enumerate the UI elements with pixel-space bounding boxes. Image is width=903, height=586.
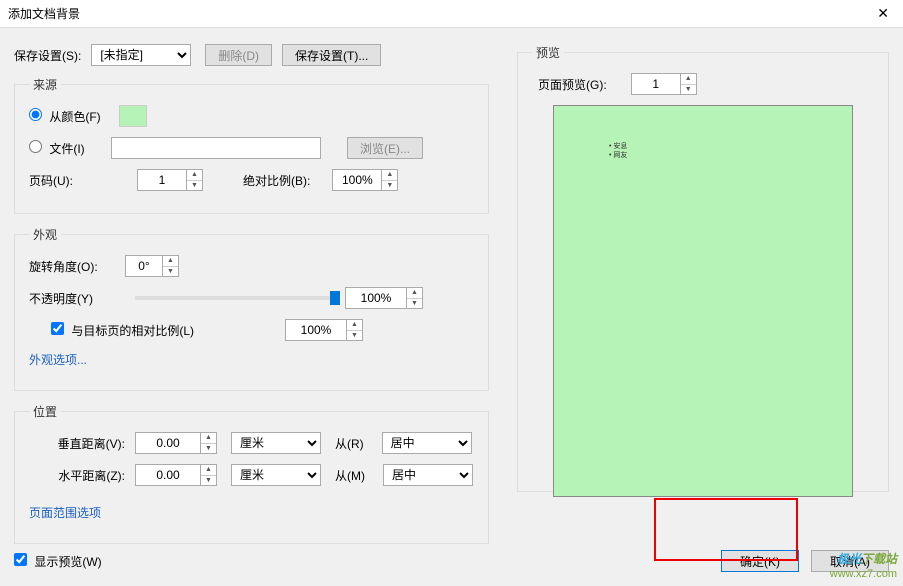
rotation-label: 旋转角度(O):	[29, 258, 115, 275]
down-arrow-icon: ▼	[187, 181, 202, 191]
save-settings-combo[interactable]: [未指定]	[91, 44, 191, 66]
up-arrow-icon: ▲	[187, 170, 202, 181]
delete-button: 删除(D)	[205, 44, 272, 66]
page-spinner[interactable]: ▲▼	[137, 169, 203, 191]
vdist-label: 垂直距离(V):	[29, 435, 125, 452]
abs-scale-label: 绝对比例(B):	[243, 172, 310, 189]
file-path-input[interactable]	[111, 137, 321, 159]
from-r-label: 从(R)	[335, 435, 364, 452]
valign-combo[interactable]: 居中	[382, 432, 472, 454]
opacity-slider[interactable]	[135, 296, 335, 300]
halign-combo[interactable]: 居中	[383, 464, 473, 486]
hdist-spinner[interactable]: ▲▼	[135, 464, 217, 486]
browse-button: 浏览(E)...	[347, 137, 423, 159]
relative-scale-spinner[interactable]: ▲▼	[285, 319, 363, 341]
page-preview-label: 页面预览(G):	[538, 76, 607, 93]
page-preview-spinner[interactable]: ▲▼	[631, 73, 697, 95]
window-titlebar: 添加文档背景 ✕	[0, 0, 903, 28]
vdist-unit-combo[interactable]: 厘米	[231, 432, 321, 454]
from-color-radio[interactable]: 从颜色(F)	[29, 108, 101, 125]
show-preview-checkbox[interactable]: 显示预览(W)	[14, 553, 102, 570]
preview-text-line2: 网友	[609, 151, 627, 160]
preview-text-line1: 安息	[609, 142, 627, 151]
save-settings-button[interactable]: 保存设置(T)...	[282, 44, 381, 66]
relative-scale-checkbox[interactable]: 与目标页的相对比例(L)	[29, 322, 229, 339]
preview-legend: 预览	[532, 44, 564, 61]
rotation-spinner[interactable]: ▲▼	[125, 255, 179, 277]
page-range-link[interactable]: 页面范围选项	[29, 504, 101, 521]
color-swatch[interactable]	[119, 105, 147, 127]
dialog-content: 保存设置(S): [未指定] 删除(D) 保存设置(T)... 来源 从颜色(F…	[0, 28, 903, 586]
source-group: 来源 从颜色(F) 文件(I) 浏览(E)... 页码(U):	[14, 76, 489, 214]
ok-button[interactable]: 确定(K)	[721, 550, 799, 572]
save-settings-row: 保存设置(S): [未指定] 删除(D) 保存设置(T)...	[14, 44, 489, 66]
window-title: 添加文档背景	[8, 5, 871, 22]
abs-scale-spinner[interactable]: ▲▼	[332, 169, 398, 191]
hdist-unit-combo[interactable]: 厘米	[231, 464, 321, 486]
source-legend: 来源	[29, 76, 61, 93]
appearance-legend: 外观	[29, 226, 61, 243]
from-m-label: 从(M)	[335, 467, 365, 484]
file-radio[interactable]: 文件(I)	[29, 140, 105, 157]
cancel-button[interactable]: 取消(A)	[811, 550, 889, 572]
save-settings-label: 保存设置(S):	[14, 47, 81, 64]
close-icon[interactable]: ✕	[871, 3, 895, 24]
page-label: 页码(U):	[29, 172, 105, 189]
opacity-spinner[interactable]: ▲▼	[345, 287, 423, 309]
hdist-label: 水平距离(Z):	[29, 467, 125, 484]
appearance-options-link[interactable]: 外观选项...	[29, 351, 87, 368]
slider-thumb-icon[interactable]	[330, 291, 340, 305]
preview-page: 安息 网友	[553, 105, 853, 497]
opacity-label: 不透明度(Y)	[29, 290, 115, 307]
footer: 显示预览(W) 确定(K) 取消(A)	[14, 550, 889, 572]
preview-group: 预览 页面预览(G): ▲▼ 安息 网友	[517, 44, 889, 492]
appearance-group: 外观 旋转角度(O): ▲▼ 不透明度(Y) ▲▼	[14, 226, 489, 391]
position-legend: 位置	[29, 403, 61, 420]
position-group: 位置 垂直距离(V): ▲▼ 厘米 从(R) 居中 水平距离(Z): ▲▼	[14, 403, 489, 544]
vdist-spinner[interactable]: ▲▼	[135, 432, 217, 454]
